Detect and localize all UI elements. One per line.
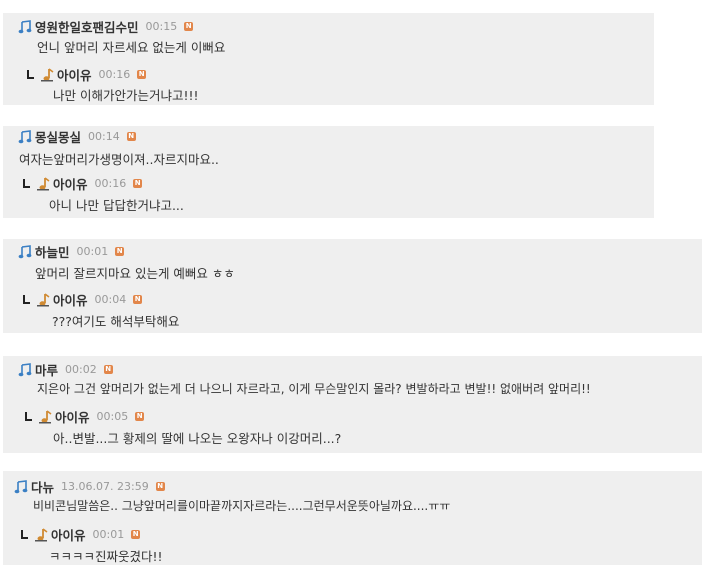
new-badge-icon: N <box>126 132 136 141</box>
reply-arrow-icon <box>22 294 30 305</box>
comment-author[interactable]: 몽실몽실 <box>35 127 81 146</box>
reply-author[interactable]: 아이유 <box>51 525 86 544</box>
reply-header: 아이유 00:01 N <box>20 525 141 544</box>
comment-time: 00:14 <box>88 130 120 143</box>
reply-text: 아..변발...그 황제의 딸에 나오는 오왕자나 이강머리...? <box>53 431 342 446</box>
reply-time: 00:16 <box>98 68 131 81</box>
comment-header: 몽실몽실 00:14 N <box>18 127 136 146</box>
comment-author[interactable]: 영원한일호팬김수민 <box>35 17 139 36</box>
new-badge-icon: N <box>133 179 143 188</box>
music-note-icon <box>18 244 32 259</box>
reply-author[interactable]: 아이유 <box>57 65 92 84</box>
comment-time: 00:15 <box>145 20 178 33</box>
reply-time: 00:01 <box>92 528 125 541</box>
reply-time: 00:04 <box>94 293 127 306</box>
artist-badge-icon <box>38 409 52 424</box>
artist-badge-icon <box>36 176 50 191</box>
comment-author[interactable]: 다뉴 <box>31 477 54 496</box>
reply-arrow-icon <box>26 69 34 80</box>
reply-text: 나만 이해가안가는거냐고!!! <box>53 88 199 103</box>
reply-author[interactable]: 아이유 <box>53 174 88 193</box>
new-badge-icon: N <box>103 365 113 374</box>
comment-time: 00:02 <box>65 363 97 376</box>
comment-author[interactable]: 마루 <box>35 360 58 379</box>
music-note-icon <box>14 479 28 494</box>
new-badge-icon: N <box>115 247 125 256</box>
reply-arrow-icon <box>20 529 28 540</box>
reply-header: 아이유 00:05 N <box>24 407 145 426</box>
reply-arrow-icon <box>22 178 30 189</box>
reply-text: 아니 나만 답답한거냐고... <box>49 198 184 213</box>
new-badge-icon: N <box>131 530 141 539</box>
artist-badge-icon <box>34 527 48 542</box>
artist-badge-icon <box>36 292 50 307</box>
reply-text: ㅋㅋㅋㅋ진짜웃겼다!! <box>49 549 163 564</box>
reply-author[interactable]: 아이유 <box>53 290 88 309</box>
new-badge-icon: N <box>155 482 165 491</box>
comment-header: 다뉴 13.06.07. 23:59 N <box>14 477 165 496</box>
reply-author[interactable]: 아이유 <box>55 407 90 426</box>
comment-text: 비비콘님말씀은.. 그냥앞머리를이마끝까지자르라는....그런무서운뜻아닐까요.… <box>33 499 451 513</box>
comment-time: 13.06.07. 23:59 <box>61 480 149 493</box>
reply-time: 00:05 <box>96 410 129 423</box>
new-badge-icon: N <box>135 412 145 421</box>
music-note-icon <box>18 19 32 34</box>
comment-header: 하늘민 00:01 N <box>18 242 125 261</box>
comment-text: 여자는앞머리가생명이져..자르지마요.. <box>19 152 219 167</box>
reply-arrow-icon <box>24 411 32 422</box>
artist-badge-icon <box>40 67 54 82</box>
comment-header: 영원한일호팬김수민 00:15 N <box>18 17 194 36</box>
music-note-icon <box>18 362 32 377</box>
new-badge-icon: N <box>137 70 147 79</box>
comment-text: 언니 앞머리 자르세요 없는게 이뻐요 <box>37 40 226 55</box>
reply-header: 아이유 00:16 N <box>22 174 143 193</box>
comment-header: 마루 00:02 N <box>18 360 113 379</box>
reply-header: 아이유 00:16 N <box>26 65 147 84</box>
comment-author[interactable]: 하늘민 <box>35 242 70 261</box>
new-badge-icon: N <box>184 22 194 31</box>
music-note-icon <box>18 129 32 144</box>
comment-text: 지은아 그건 앞머리가 없는게 더 나으니 자르라고, 이게 무슨말인지 몰라?… <box>37 382 591 396</box>
reply-text: ???여기도 해석부탁해요 <box>52 314 180 329</box>
reply-header: 아이유 00:04 N <box>22 290 143 309</box>
reply-time: 00:16 <box>94 177 127 190</box>
comment-time: 00:01 <box>76 245 109 258</box>
comment-text: 앞머리 잘르지마요 있는게 예뻐요 ㅎㅎ <box>35 266 235 281</box>
new-badge-icon: N <box>133 295 143 304</box>
